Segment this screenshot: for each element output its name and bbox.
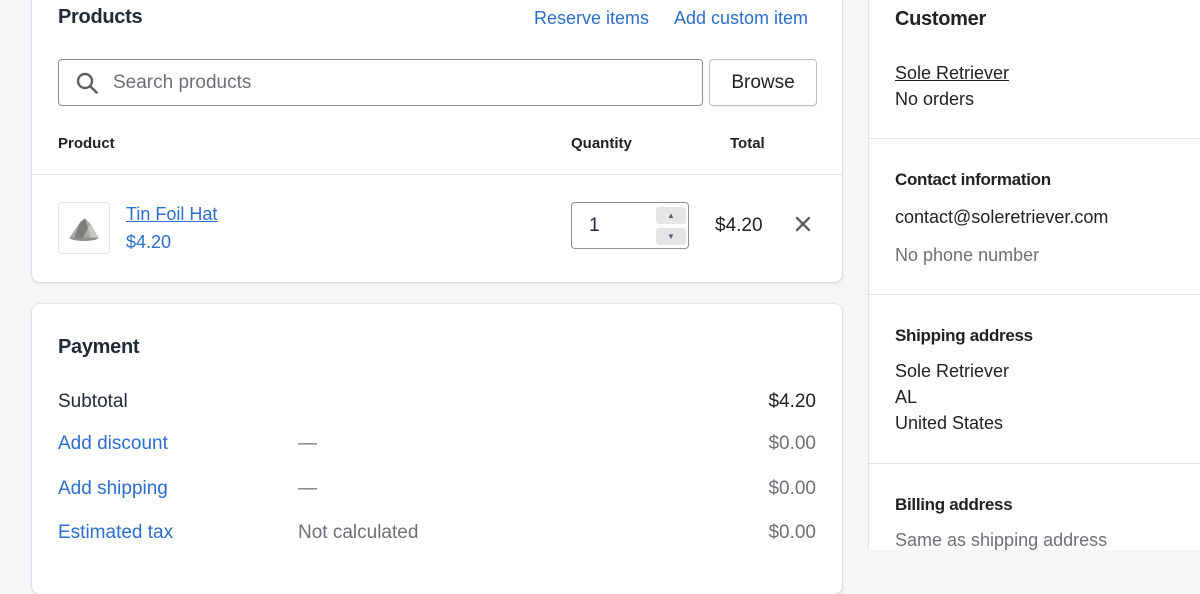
estimated-tax-link[interactable]: Estimated tax — [58, 522, 173, 544]
search-icon — [76, 72, 98, 94]
products-title: Products — [58, 6, 143, 28]
close-icon — [795, 216, 811, 232]
shipping-address-line: Sole Retriever — [895, 361, 1010, 381]
billing-address-value: Same as shipping address — [895, 530, 1108, 550]
contact-information-title: Contact information — [895, 170, 1051, 189]
shipping-address-line: United States — [895, 413, 1004, 433]
table-divider — [32, 174, 842, 175]
column-header-total: Total — [730, 135, 765, 152]
search-field[interactable] — [58, 59, 703, 106]
shipping-amount: $0.00 — [768, 478, 816, 499]
remove-item-button[interactable] — [791, 212, 815, 236]
customer-sidebar: Customer Sole Retriever No orders Contac… — [868, 0, 1200, 550]
reserve-items-link[interactable]: Reserve items — [534, 8, 649, 29]
tax-detail: Not calculated — [298, 522, 419, 543]
add-discount-link[interactable]: Add discount — [58, 433, 168, 455]
quantity-input[interactable] — [587, 203, 647, 248]
shipping-address-line: AL — [895, 387, 918, 407]
subtotal-label: Subtotal — [58, 391, 128, 412]
payment-card: Payment Subtotal $4.20 Add discount — $0… — [32, 304, 842, 594]
product-price: $4.20 — [126, 232, 172, 252]
browse-button[interactable]: Browse — [709, 59, 817, 106]
customer-title: Customer — [895, 8, 986, 30]
column-header-quantity: Quantity — [571, 135, 632, 152]
add-custom-item-link[interactable]: Add custom item — [674, 8, 808, 29]
tin-foil-hat-image — [69, 218, 99, 241]
search-input[interactable] — [111, 60, 696, 105]
contact-email-link[interactable]: contact@soleretriever.com — [895, 207, 1108, 228]
shipping-address-title: Shipping address — [895, 326, 1033, 345]
subtotal-amount: $4.20 — [768, 391, 816, 412]
quantity-stepper[interactable]: ▲ ▼ — [571, 202, 689, 249]
product-name-link[interactable]: Tin Foil Hat — [126, 204, 217, 225]
customer-orders: No orders — [895, 89, 975, 109]
stepper-down-icon[interactable]: ▼ — [656, 228, 686, 245]
shipping-row: Add shipping — $0.00 — [58, 478, 816, 504]
stepper-up-icon[interactable]: ▲ — [656, 207, 686, 224]
billing-address-title: Billing address — [895, 495, 1013, 514]
customer-name-link[interactable]: Sole Retriever — [895, 63, 1009, 84]
shipping-detail: — — [298, 478, 317, 499]
section-divider — [869, 138, 1200, 139]
product-thumbnail — [58, 202, 110, 254]
products-card: Products Reserve items Add custom item B… — [32, 0, 842, 282]
discount-amount: $0.00 — [768, 433, 816, 454]
section-divider — [869, 294, 1200, 295]
section-divider — [869, 463, 1200, 464]
discount-row: Add discount — $0.00 — [58, 433, 816, 459]
column-header-product: Product — [58, 135, 115, 152]
add-shipping-link[interactable]: Add shipping — [58, 478, 168, 500]
subtotal-row: Subtotal $4.20 — [58, 391, 816, 417]
line-total: $4.20 — [715, 215, 763, 236]
contact-phone: No phone number — [895, 245, 1040, 265]
payment-title: Payment — [58, 336, 140, 358]
discount-detail: — — [298, 433, 317, 454]
tax-row: Estimated tax Not calculated $0.00 — [58, 522, 816, 548]
tax-amount: $0.00 — [768, 522, 816, 543]
